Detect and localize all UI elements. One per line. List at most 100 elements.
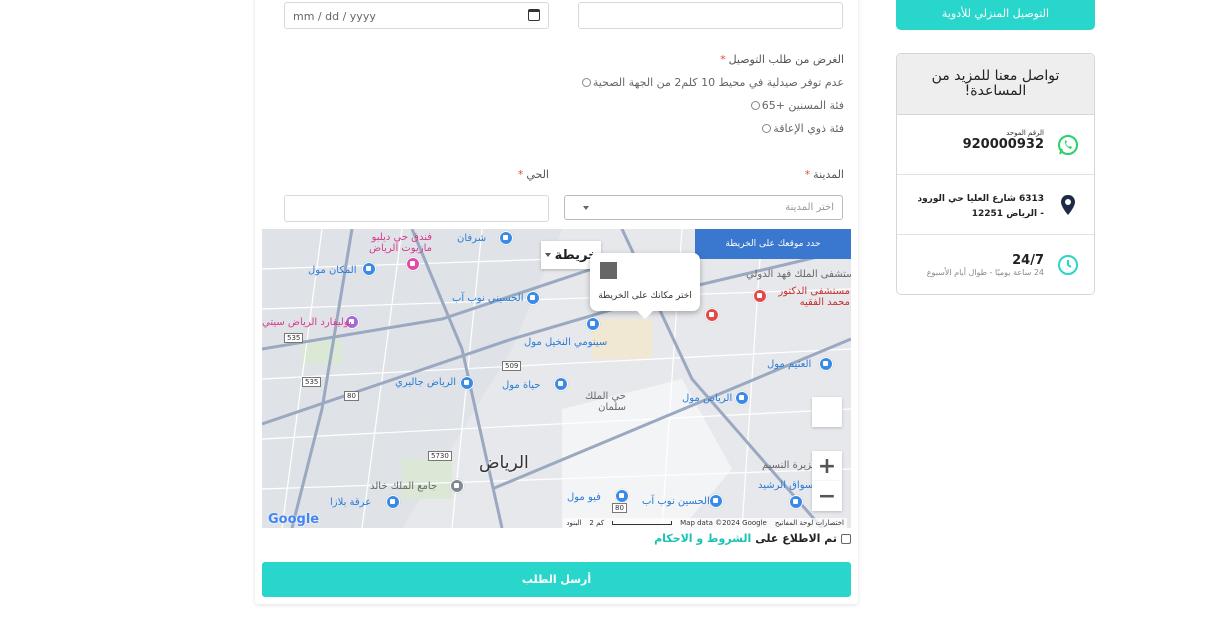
- map-data-credit: Map data ©2024 Google: [680, 519, 767, 527]
- district-label: الحي*: [518, 168, 549, 181]
- district-input[interactable]: [284, 195, 549, 222]
- text-input[interactable]: [578, 2, 843, 29]
- city-placeholder: اختر المدينة: [785, 202, 834, 213]
- map-pin-icon[interactable]: [554, 377, 568, 391]
- map-poi[interactable]: الحسين نوب آب: [642, 496, 710, 507]
- map-tooltip-text: اختر مكانك على الخريطة: [598, 291, 692, 301]
- terms-prefix: تم الاطلاع على: [755, 532, 837, 545]
- map-poi[interactable]: أسواق الرشيد: [758, 480, 816, 491]
- map-pin-icon[interactable]: [735, 391, 749, 405]
- map-pin-icon[interactable]: [460, 376, 474, 390]
- road-shield: 5730: [428, 451, 452, 461]
- zoom-out-button[interactable]: −: [812, 481, 842, 511]
- terms-checkbox[interactable]: [841, 533, 851, 544]
- road-shield: 535: [302, 377, 322, 387]
- caret-down-icon: [544, 253, 551, 257]
- contact-phone-text: الرقم الموحد 920000932: [914, 129, 1044, 152]
- contact-address-text: 6313 شارع العليا حي الورود - الرياض 1225…: [914, 189, 1044, 222]
- city-label-text: المدينة: [813, 168, 844, 181]
- map-poi[interactable]: مستشفى الدكتور محمد الفقيه: [768, 286, 850, 308]
- map-terms-link[interactable]: البنود: [566, 519, 581, 527]
- contact-address-row: 6313 شارع العليا حي الورود - الرياض 1225…: [897, 175, 1094, 235]
- home-delivery-button[interactable]: التوصيل المنزلي للأدوية: [896, 0, 1095, 30]
- map-poi[interactable]: جامع الملك خالد: [370, 481, 437, 492]
- contact-hours-row: 24/7 24 ساعة يوميًا - طوال أيام الأسبوع: [897, 235, 1094, 294]
- map-poi[interactable]: حياة مول: [502, 380, 540, 391]
- radio-label: فئة المسنين +65: [761, 99, 844, 112]
- chevron-down-icon: [583, 206, 589, 210]
- google-logo: Google: [268, 512, 320, 527]
- terms-row: تم الاطلاع على الشروط و الاحكام: [654, 532, 851, 545]
- purpose-option-elderly[interactable]: فئة المسنين +65: [750, 99, 844, 112]
- map-pin-icon[interactable]: [406, 257, 420, 271]
- unified-number-label: الرقم الموحد: [1006, 129, 1044, 137]
- road-shield: 509: [502, 361, 522, 371]
- map-pin-icon[interactable]: [499, 231, 513, 245]
- map-poi[interactable]: مستشفى الملك فهد الدولي: [746, 269, 851, 280]
- terms-link[interactable]: الشروط و الاحكام: [654, 532, 751, 545]
- radio-label: عدم توفر صيدلية في محيط 10 كلم2 من الجهة…: [592, 76, 844, 89]
- map-poi[interactable]: العثيم مول: [767, 359, 811, 370]
- city-select[interactable]: اختر المدينة: [564, 195, 843, 220]
- radio-button[interactable]: [750, 101, 760, 110]
- whatsapp-icon[interactable]: [1056, 133, 1080, 157]
- map-poi[interactable]: عرقة بلازا: [330, 497, 371, 508]
- map-pin-icon[interactable]: [709, 494, 723, 508]
- required-mark: *: [804, 168, 811, 181]
- contact-title: تواصل معنا للمزيد من المساعدة!: [897, 54, 1094, 115]
- location-map[interactable]: الرياض العثيم مول الرياض مول حياة مول ال…: [262, 229, 851, 528]
- map-pin-icon[interactable]: [615, 489, 629, 503]
- required-mark: *: [720, 53, 726, 66]
- map-poi[interactable]: بوليفارد الرياض سيتي: [262, 317, 352, 328]
- contact-box: تواصل معنا للمزيد من المساعدة! الرقم الم…: [896, 53, 1095, 295]
- road-shield: 535: [284, 333, 304, 343]
- map-poi[interactable]: الرياض مول: [682, 393, 732, 404]
- radio-button[interactable]: [581, 78, 591, 87]
- map-scale-bar: [612, 521, 673, 525]
- map-poi[interactable]: سينومي النخيل مول: [524, 337, 607, 348]
- purpose-label: الغرض من طلب التوصيل*: [720, 53, 844, 66]
- map-poi[interactable]: حي الملك سلمان: [580, 391, 626, 413]
- district-label-text: الحي: [526, 168, 549, 181]
- map-pin-icon[interactable]: [450, 479, 464, 493]
- map-poi[interactable]: جزيرة النسيم: [762, 460, 818, 471]
- map-poi[interactable]: الحسيني نوب آب: [452, 293, 523, 304]
- unified-number[interactable]: 920000932: [914, 137, 1044, 152]
- calendar-icon[interactable]: [528, 9, 540, 21]
- map-poi[interactable]: فندق حي ديلبو مازيوت الرياض: [362, 232, 432, 254]
- keyboard-shortcuts-link[interactable]: اختصارات لوحة المفاتيح: [775, 519, 844, 527]
- map-pin-icon[interactable]: [753, 289, 767, 303]
- close-icon[interactable]: [600, 262, 617, 279]
- radio-label: فئة ذوي الإعاقة: [773, 122, 844, 135]
- page: mm / dd / yyyy الغرض من طلب التوصيل* عدم…: [0, 0, 1206, 621]
- map-poi[interactable]: الرياض جاليري: [395, 377, 456, 388]
- clock-icon: [1058, 255, 1078, 275]
- map-scale-label: 2 كم: [589, 519, 605, 527]
- road-shield: 80: [344, 391, 359, 401]
- zoom-in-button[interactable]: +: [812, 451, 842, 481]
- purpose-option-disability[interactable]: فئة ذوي الإعاقة: [762, 122, 844, 135]
- submit-button[interactable]: أرسل الطلب: [262, 562, 851, 597]
- map-pin-icon[interactable]: [362, 262, 376, 276]
- map-poi[interactable]: المكان مول: [308, 265, 357, 276]
- radio-button[interactable]: [762, 124, 772, 133]
- hours-detail: 24 ساعة يوميًا - طوال أيام الأسبوع: [926, 268, 1044, 277]
- map-poi[interactable]: شرفان: [457, 233, 486, 244]
- map-pin-icon[interactable]: [386, 495, 400, 509]
- map-pin-icon[interactable]: [789, 495, 803, 509]
- purpose-option-no-pharmacy[interactable]: عدم توفر صيدلية في محيط 10 كلم2 من الجهة…: [581, 76, 844, 89]
- map-footer: البنود 2 كم Map data ©2024 Google اختصار…: [563, 518, 847, 528]
- map-pin-icon[interactable]: [819, 357, 833, 371]
- locate-on-map-button[interactable]: حدد موقعك على الخريطة: [695, 229, 851, 259]
- location-pin-icon: [1061, 195, 1075, 215]
- map-poi[interactable]: فيو مول: [567, 492, 601, 503]
- map-pin-icon[interactable]: [586, 317, 600, 331]
- hours-main: 24/7: [1012, 253, 1044, 268]
- map-pin-icon[interactable]: [526, 291, 540, 305]
- date-input[interactable]: mm / dd / yyyy: [284, 2, 549, 29]
- road-shield: 80: [612, 503, 627, 513]
- required-mark: *: [517, 168, 524, 181]
- map-tooltip: اختر مكانك على الخريطة: [590, 253, 700, 319]
- map-pin-icon[interactable]: [705, 308, 719, 322]
- fullscreen-button[interactable]: [812, 397, 842, 427]
